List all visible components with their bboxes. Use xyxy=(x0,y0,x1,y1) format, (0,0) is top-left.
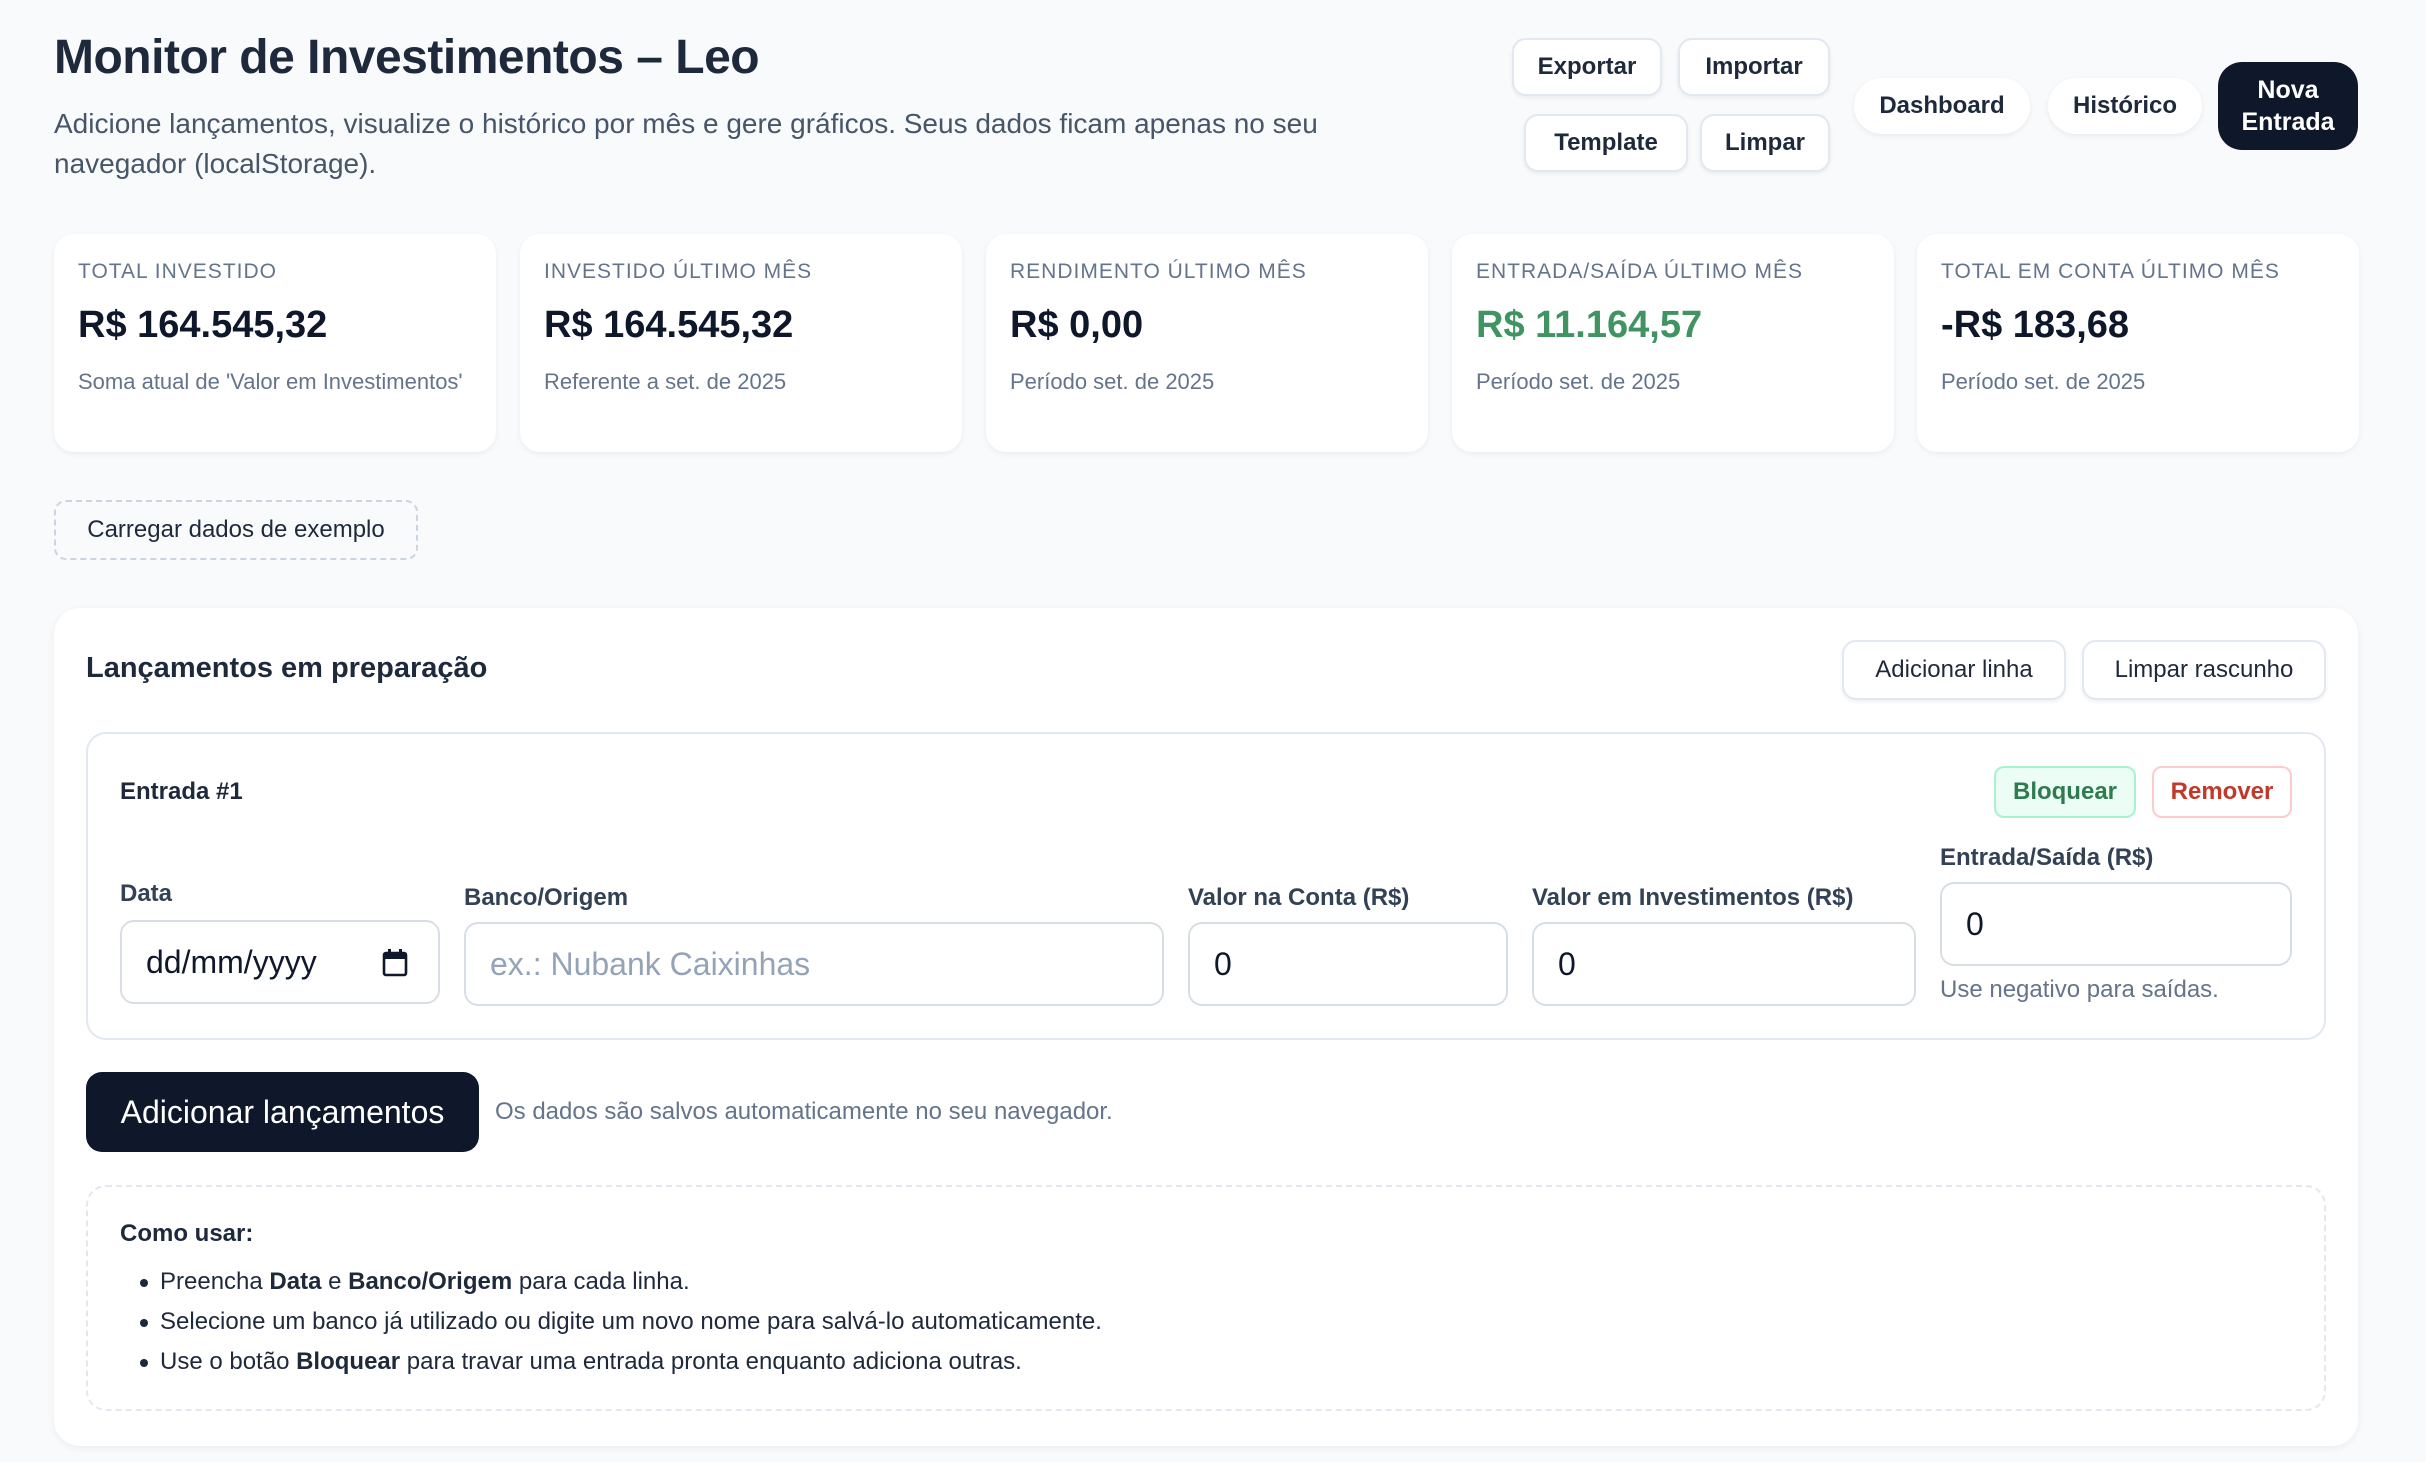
date-label: Data xyxy=(120,880,173,907)
account-value-input[interactable]: 0 xyxy=(1188,922,1508,1006)
howto-list: Preencha Data e Banco/Origem para cada l… xyxy=(140,1262,1102,1382)
stat-card-account-last-month: TOTAL EM CONTA ÚLTIMO MÊS -R$ 183,68 Per… xyxy=(1917,234,2359,452)
stat-note: Soma atual de 'Valor em Investimentos' xyxy=(78,369,463,394)
stat-value: R$ 164.545,32 xyxy=(544,304,794,346)
howto-title: Como usar: xyxy=(120,1220,254,1247)
list-item: Preencha Data e Banco/Origem para cada l… xyxy=(140,1262,1102,1302)
investment-value-input-value: 0 xyxy=(1558,945,1576,982)
date-input[interactable]: dd/mm/yyyy xyxy=(120,920,440,1004)
calendar-icon[interactable] xyxy=(382,948,408,978)
remove-entry-button[interactable]: Remover xyxy=(2152,766,2292,818)
flow-label: Entrada/Saída (R$) xyxy=(1940,844,2154,871)
list-item: Use o botão Bloquear para travar uma ent… xyxy=(140,1342,1102,1382)
autosave-note: Os dados são salvos automaticamente no s… xyxy=(495,1098,1113,1125)
investment-value-label: Valor em Investimentos (R$) xyxy=(1532,884,1854,911)
stat-label: TOTAL EM CONTA ÚLTIMO MÊS xyxy=(1941,260,2280,283)
stat-note: Período set. de 2025 xyxy=(1010,369,1215,394)
import-button[interactable]: Importar xyxy=(1678,38,1830,96)
export-button[interactable]: Exportar xyxy=(1512,38,1662,96)
stat-value: -R$ 183,68 xyxy=(1941,304,2130,346)
stat-label: RENDIMENTO ÚLTIMO MÊS xyxy=(1010,260,1307,283)
draft-title: Lançamentos em preparação xyxy=(86,652,488,684)
stat-value: R$ 11.164,57 xyxy=(1476,304,1703,346)
stat-label: TOTAL INVESTIDO xyxy=(78,260,277,283)
flow-input[interactable]: 0 xyxy=(1940,882,2292,966)
clear-draft-button[interactable]: Limpar rascunho xyxy=(2082,640,2326,700)
bank-input[interactable]: ex.: Nubank Caixinhas xyxy=(464,922,1164,1006)
template-button[interactable]: Template xyxy=(1524,114,1688,172)
stat-note: Período set. de 2025 xyxy=(1476,369,1681,394)
list-item: Selecione um banco já utilizado ou digit… xyxy=(140,1302,1102,1342)
entry-title: Entrada #1 xyxy=(120,778,243,805)
nav-new-entry-label: Nova Entrada xyxy=(2241,76,2335,136)
stat-value: R$ 0,00 xyxy=(1010,304,1144,346)
date-input-value: dd/mm/yyyy xyxy=(146,943,317,980)
stat-card-flow-last-month: ENTRADA/SAÍDA ÚLTIMO MÊS R$ 11.164,57 Pe… xyxy=(1452,234,1894,452)
nav-new-entry[interactable]: Nova Entrada xyxy=(2218,62,2358,150)
stat-card-yield-last-month: RENDIMENTO ÚLTIMO MÊS R$ 0,00 Período se… xyxy=(986,234,1428,452)
investment-value-input[interactable]: 0 xyxy=(1532,922,1916,1006)
page-title: Monitor de Investimentos – Leo xyxy=(54,31,760,84)
flow-hint: Use negativo para saídas. xyxy=(1940,976,2219,1003)
flow-input-value: 0 xyxy=(1966,905,1984,942)
stat-card-total-invested: TOTAL INVESTIDO R$ 164.545,32 Soma atual… xyxy=(54,234,496,452)
nav-dashboard[interactable]: Dashboard xyxy=(1854,78,2030,134)
lock-entry-button[interactable]: Bloquear xyxy=(1994,766,2136,818)
account-value-input-value: 0 xyxy=(1214,945,1232,982)
nav-history[interactable]: Histórico xyxy=(2048,78,2202,134)
stat-note: Referente a set. de 2025 xyxy=(544,369,787,394)
page-subtitle: Adicione lançamentos, visualize o histór… xyxy=(54,108,1318,179)
clear-button[interactable]: Limpar xyxy=(1700,114,1830,172)
stat-value: R$ 164.545,32 xyxy=(78,304,328,346)
stat-label: INVESTIDO ÚLTIMO MÊS xyxy=(544,260,813,283)
stat-label: ENTRADA/SAÍDA ÚLTIMO MÊS xyxy=(1476,260,1803,283)
account-value-label: Valor na Conta (R$) xyxy=(1188,884,1410,911)
stat-card-invested-last-month: INVESTIDO ÚLTIMO MÊS R$ 164.545,32 Refer… xyxy=(520,234,962,452)
add-row-button[interactable]: Adicionar linha xyxy=(1842,640,2066,700)
bank-label: Banco/Origem xyxy=(464,884,629,911)
bank-input-placeholder: ex.: Nubank Caixinhas xyxy=(490,945,811,982)
add-entries-button[interactable]: Adicionar lançamentos xyxy=(86,1072,479,1152)
load-example-button[interactable]: Carregar dados de exemplo xyxy=(54,500,418,560)
stat-note: Período set. de 2025 xyxy=(1941,369,2146,394)
